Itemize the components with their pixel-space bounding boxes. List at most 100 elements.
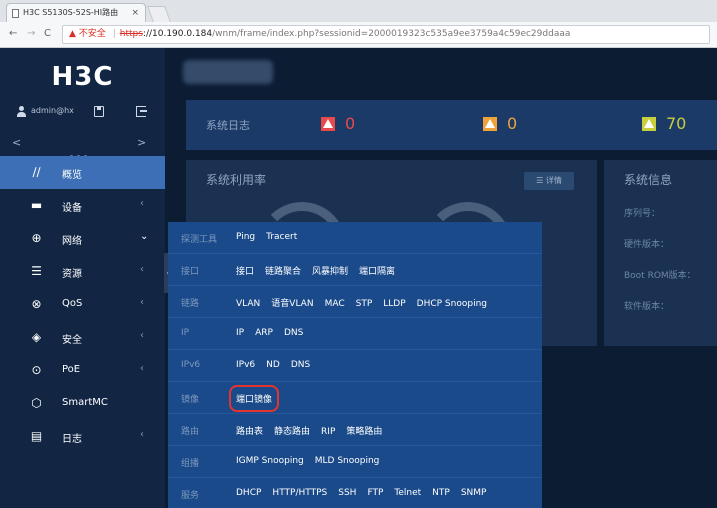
flyout-category: 探测工具: [181, 235, 218, 245]
flyout-category: IPv6: [181, 360, 201, 370]
sidebar-item-smartmc[interactable]: ⬡ SmartMC: [0, 387, 165, 420]
address-bar[interactable]: ▲ 不安全 | https://10.190.0.184/wnm/frame/in…: [62, 25, 710, 44]
flyout-item[interactable]: DHCP Snooping: [417, 299, 487, 309]
flyout-item[interactable]: IP: [236, 328, 244, 338]
flyout-row: 接口 接口 链路聚合 风暴抑制 端口隔离: [168, 254, 542, 286]
browser-tab[interactable]: H3C S5130S-52S-HI路由 ×: [6, 3, 146, 22]
new-tab-button[interactable]: [147, 6, 171, 22]
info-serial: 序列号：: [624, 209, 661, 219]
poe-icon: ⊙: [31, 363, 42, 377]
flyout-item[interactable]: 策略路由: [346, 424, 382, 437]
pager-next-icon[interactable]: >: [137, 136, 146, 149]
forward-arrow-icon[interactable]: →: [27, 28, 35, 40]
sidebar-item-label: 安全: [62, 335, 82, 346]
flyout-item[interactable]: ARP: [255, 328, 273, 338]
browser-nav-bar: ← → C ▲ 不安全 | https://10.190.0.184/wnm/fr…: [0, 22, 717, 48]
flyout-item[interactable]: SNMP: [461, 488, 487, 498]
screen: H3C S5130S-52S-HI路由 × ← → C ▲ 不安全 | https…: [0, 0, 717, 508]
flyout-item[interactable]: IPv6: [236, 360, 255, 370]
flyout-item[interactable]: ND: [266, 360, 280, 370]
flyout-items: IPv6 ND DNS: [236, 360, 321, 370]
save-icon[interactable]: [94, 106, 104, 117]
details-button[interactable]: ☰ 详情: [524, 172, 574, 190]
sidebar-item-device[interactable]: ▬ 设备 ‹: [0, 189, 165, 222]
chevron-down-icon: ⌄: [140, 231, 149, 242]
chevron-left-icon: ‹: [140, 429, 144, 440]
flyout-item[interactable]: 风暴抑制: [312, 264, 348, 277]
smartmc-icon: ⬡: [31, 396, 42, 410]
critical-alarm-count: 0: [345, 114, 356, 133]
back-arrow-icon[interactable]: ←: [9, 28, 17, 40]
flyout-item[interactable]: LLDP: [383, 299, 405, 309]
globe-icon: ⊕: [31, 231, 42, 245]
flyout-item[interactable]: 接口: [236, 264, 254, 277]
logout-icon[interactable]: [136, 106, 147, 117]
flyout-item[interactable]: 路由表: [236, 424, 263, 437]
flyout-item[interactable]: DNS: [291, 360, 310, 370]
flyout-category: 接口: [181, 267, 200, 277]
flyout-row: 组播 IGMP Snooping MLD Snooping: [168, 446, 542, 478]
alarm-summary-title: 系统日志: [206, 119, 250, 132]
pager-prev-icon[interactable]: <: [12, 136, 21, 149]
flyout-item[interactable]: VLAN: [236, 299, 260, 309]
flyout-item[interactable]: MLD Snooping: [315, 456, 380, 466]
flyout-item-port-mirroring[interactable]: 端口镜像: [228, 385, 280, 412]
flyout-category: 链路: [181, 299, 200, 309]
pager-dots: [70, 143, 106, 158]
sidebar-item-resources[interactable]: ☰ 资源 ‹: [0, 255, 165, 288]
flyout-row: IPv6 IPv6 ND DNS: [168, 350, 542, 382]
flyout-items: VLAN 语音VLAN MAC STP LLDP DHCP Snooping: [236, 296, 498, 309]
flyout-category: 路由: [181, 427, 200, 437]
alarm-summary-bar: 系统日志 0 0 70: [186, 100, 717, 150]
sidebar-item-overview[interactable]: ∕∕ 概览: [0, 156, 165, 189]
utilization-title: 系统利用率: [206, 173, 267, 187]
sidebar-item-network[interactable]: ⊕ 网络 ⌄: [0, 222, 165, 255]
sidebar-item-poe[interactable]: ⊙ PoE ‹: [0, 354, 165, 387]
sidebar-item-label: 设备: [62, 203, 82, 214]
log-icon: ▤: [30, 429, 43, 443]
flyout-items: IP ARP DNS: [236, 328, 314, 338]
flyout-item[interactable]: SSH: [338, 488, 356, 498]
flyout-item[interactable]: 静态路由: [274, 424, 310, 437]
sidebar-item-label: SmartMC: [62, 397, 108, 408]
flyout-item[interactable]: HTTP/HTTPS: [272, 488, 327, 498]
sidebar-item-label: PoE: [62, 364, 81, 375]
flyout-item[interactable]: STP: [356, 299, 373, 309]
flyout-row: 镜像 端口镜像: [168, 382, 542, 414]
reload-icon[interactable]: C: [44, 28, 51, 40]
web-app: H3C admin@hx < > ∕∕ 概览 ▬ 设备 ‹ ⊕ 网络 ⌄ ☰ 资…: [0, 48, 717, 508]
sidebar-item-security[interactable]: ◈ 安全 ‹: [0, 321, 165, 354]
flyout-item[interactable]: NTP: [432, 488, 450, 498]
flyout-item[interactable]: RIP: [321, 427, 335, 437]
page-icon: [12, 9, 19, 18]
tab-close-icon[interactable]: ×: [131, 4, 139, 22]
flyout-item[interactable]: Telnet: [394, 488, 421, 498]
flyout-items: DHCP HTTP/HTTPS SSH FTP Telnet NTP SNMP: [236, 488, 497, 498]
flyout-item[interactable]: FTP: [367, 488, 383, 498]
info-alarm-icon: [642, 117, 656, 131]
sidebar-item-label: 日志: [62, 434, 82, 445]
sidebar-pager: < >: [0, 134, 165, 158]
flyout-item[interactable]: 链路聚合: [265, 264, 301, 277]
flyout-item[interactable]: DNS: [284, 328, 303, 338]
flyout-item[interactable]: IGMP Snooping: [236, 456, 304, 466]
flyout-item[interactable]: MAC: [325, 299, 345, 309]
sidebar-item-qos[interactable]: ⊗ QoS ‹: [0, 288, 165, 321]
sidebar-item-log[interactable]: ▤ 日志 ‹: [0, 420, 165, 453]
system-info-panel: 系统信息 序列号： 硬件版本： Boot ROM版本： 软件版本：: [604, 160, 717, 346]
info-hardware-version: 硬件版本：: [624, 240, 670, 250]
h3c-logo: H3C: [51, 62, 114, 92]
flyout-item[interactable]: Tracert: [266, 232, 297, 242]
sidebar: H3C admin@hx < > ∕∕ 概览 ▬ 设备 ‹ ⊕ 网络 ⌄ ☰ 资…: [0, 48, 165, 508]
flyout-item[interactable]: 语音VLAN: [271, 296, 313, 309]
info-alarm-count: 70: [666, 114, 687, 133]
shield-icon: ◈: [31, 330, 42, 344]
flyout-items: Ping Tracert: [236, 232, 308, 242]
chevron-left-icon: ‹: [140, 198, 144, 209]
flyout-item[interactable]: Ping: [236, 232, 255, 242]
flyout-item[interactable]: 端口隔离: [359, 264, 395, 277]
flyout-row: 路由 路由表 静态路由 RIP 策略路由: [168, 414, 542, 446]
warning-alarm-icon: [483, 117, 497, 131]
username: admin@hx: [31, 106, 74, 115]
flyout-item[interactable]: DHCP: [236, 488, 261, 498]
